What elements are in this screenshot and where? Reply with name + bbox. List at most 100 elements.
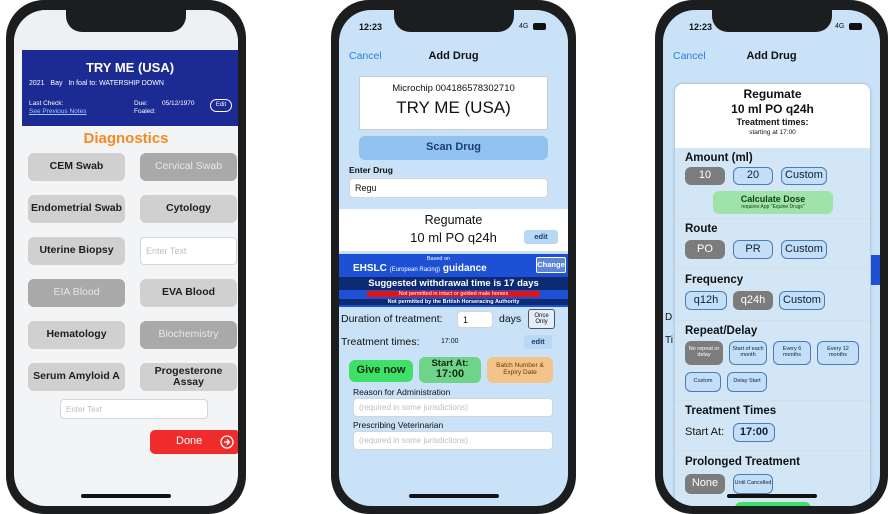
amount-10-button[interactable]: 10 — [685, 167, 725, 185]
guidance-banner: Based on EHSLC (European Racing) guidanc… — [339, 254, 568, 307]
status-network: 4G — [519, 23, 529, 30]
ehslc-line: EHSLC (European Racing) guidance — [353, 263, 487, 274]
horse-header: TRY ME (USA) 2021 Bay In foal to: WATERS… — [22, 50, 238, 126]
start-time: 17:00 — [435, 368, 465, 381]
repeat-month-start-button[interactable]: Start of each month — [729, 341, 767, 365]
times-divider — [675, 400, 870, 401]
battery-icon — [849, 23, 862, 30]
horse-color: Bay — [50, 80, 63, 87]
calculate-dose-sub: requires App "Equine Drugs" — [741, 203, 805, 210]
repeat-none-button[interactable]: No repeat or delay — [685, 341, 723, 365]
diagnostics-screen: TRY ME (USA) 2021 Bay In foal to: WATERS… — [14, 10, 238, 506]
phone-drug-options: 12:23 4G Cancel Add Drug D Ti Regumate 1… — [655, 0, 888, 514]
european-racing-label: (European Racing) — [389, 267, 441, 273]
horse-name: TRY ME (USA) — [85, 60, 175, 75]
calculate-dose-button[interactable]: Calculate Dose requires App "Equine Drug… — [713, 191, 833, 214]
microchip-text: Microchip 004186578302710 — [392, 83, 515, 94]
add-drug-screen: 12:23 4G Cancel Add Drug Microchip 00418… — [339, 10, 568, 506]
background-strip — [871, 255, 880, 285]
treatment-times-label: Treatment times: — [341, 336, 420, 348]
treatment-times-heading: Treatment times: — [736, 117, 809, 127]
horse-card: Microchip 004186578302710 TRY ME (USA) — [359, 76, 548, 130]
freq-custom-button[interactable]: Custom — [779, 291, 825, 310]
prolonged-none-button[interactable]: None — [685, 474, 725, 494]
uterine-biopsy-button[interactable]: Uterine Biopsy — [28, 237, 125, 265]
route-custom-button[interactable]: Custom — [781, 240, 827, 259]
endometrial-swab-button[interactable]: Endometrial Swab — [28, 195, 125, 223]
route-divider — [675, 218, 870, 219]
horse-name: TRY ME (USA) — [396, 98, 511, 117]
battery-icon — [533, 23, 546, 30]
freq-q24h-button[interactable]: q24h — [733, 291, 773, 310]
status-network: 4G — [835, 23, 845, 30]
starting-at-text: starting at 17:00 — [749, 129, 796, 136]
eva-blood-button[interactable]: EVA Blood — [140, 279, 237, 307]
foaled-label: Foaled: — [134, 108, 156, 115]
phone-notch — [711, 10, 832, 32]
done-label: Done — [176, 435, 203, 448]
serum-amyloid-button[interactable]: Serum Amyloid A — [28, 363, 125, 391]
until-cancelled-button[interactable]: Until Cancelled — [733, 474, 773, 494]
save-button-partial[interactable] — [735, 502, 811, 506]
drug-summary: Regumate 10 ml PO q24h Treatment times: … — [675, 84, 870, 148]
foal-info: In foal to: WATERSHIP DOWN — [68, 80, 164, 87]
phone-diagnostics: TRY ME (USA) 2021 Bay In foal to: WATERS… — [6, 0, 246, 514]
enter-drug-label: Enter Drug — [349, 165, 393, 175]
amount-20-button[interactable]: 20 — [733, 167, 773, 185]
cem-swab-button[interactable]: CEM Swab — [28, 153, 125, 181]
repeat-custom-button[interactable]: Custom — [685, 372, 721, 392]
diagnostics-title: Diagnostics — [83, 130, 169, 147]
once-only-button[interactable]: Once Only — [528, 309, 555, 329]
scan-drug-button[interactable]: Scan Drug — [359, 136, 548, 160]
vet-input[interactable]: (required in some jurisdictions) — [353, 431, 553, 450]
amount-custom-button[interactable]: Custom — [781, 167, 827, 185]
drug-card: Regumate 10 ml PO q24h edit — [339, 209, 568, 251]
page-title: Add Drug — [746, 50, 797, 62]
horse-year: 2021 — [29, 80, 45, 87]
based-on-label: Based on — [426, 256, 451, 262]
done-button[interactable]: Done — [150, 430, 238, 454]
duration-input[interactable]: 1 — [457, 311, 493, 328]
repeat-heading: Repeat/Delay — [685, 325, 758, 337]
not-permitted-male: Not permitted in intact or gelded male h… — [367, 291, 540, 297]
eia-blood-button[interactable]: EIA Blood — [28, 279, 125, 307]
reason-input[interactable]: (required in some jurisdictions) — [353, 398, 553, 417]
notes-input[interactable]: Enter Text — [60, 399, 208, 419]
drug-name: Regumate — [743, 87, 802, 101]
amount-heading: Amount (ml) — [685, 152, 753, 164]
route-po-button[interactable]: PO — [685, 240, 725, 259]
repeat-12-months-button[interactable]: Every 12 months — [817, 341, 859, 365]
route-pr-button[interactable]: PR — [733, 240, 773, 259]
start-time-button[interactable]: 17:00 — [733, 423, 775, 442]
frequency-heading: Frequency — [685, 274, 744, 286]
drug-options-screen: 12:23 4G Cancel Add Drug D Ti Regumate 1… — [663, 10, 880, 506]
drug-search-input[interactable]: Regu — [349, 178, 548, 198]
biochemistry-button[interactable]: Biochemistry — [140, 321, 237, 349]
days-label: days — [499, 313, 522, 325]
due-label: Due: — [134, 100, 148, 107]
change-guidance-button[interactable]: Change — [536, 257, 566, 273]
ehslc-label: EHSLC — [353, 263, 387, 274]
give-now-button[interactable]: Give now — [349, 360, 413, 382]
page-title: Add Drug — [428, 50, 479, 62]
treatment-times-value: 17:00 — [441, 338, 459, 345]
delay-start-button[interactable]: Delay Start — [727, 372, 767, 392]
home-indicator — [408, 494, 499, 498]
status-time: 12:23 — [689, 22, 713, 32]
edit-times-button[interactable]: edit — [524, 335, 552, 349]
horse-info-line: 2021 Bay In foal to: WATERSHIP DOWN — [29, 80, 164, 87]
batch-number-button[interactable]: Batch Number & Expiry Date — [487, 357, 553, 383]
see-notes-link[interactable]: See Previous Notes — [29, 108, 86, 115]
phone-notch — [66, 10, 186, 32]
cytology-button[interactable]: Cytology — [140, 195, 237, 223]
edit-horse-button[interactable]: Edit — [210, 99, 232, 112]
freq-q12h-button[interactable]: q12h — [685, 291, 727, 310]
last-check-label: Last Check: — [29, 100, 64, 107]
cervical-swab-button[interactable]: Cervical Swab — [140, 153, 237, 181]
hematology-button[interactable]: Hematology — [28, 321, 125, 349]
custom-test-input[interactable]: Enter Text — [140, 237, 237, 265]
start-at-button[interactable]: Start At: 17:00 — [419, 357, 481, 383]
edit-dose-button[interactable]: edit — [524, 230, 558, 244]
progesterone-assay-button[interactable]: Progesterone Assay — [140, 363, 237, 391]
repeat-6-months-button[interactable]: Every 6 months — [773, 341, 811, 365]
